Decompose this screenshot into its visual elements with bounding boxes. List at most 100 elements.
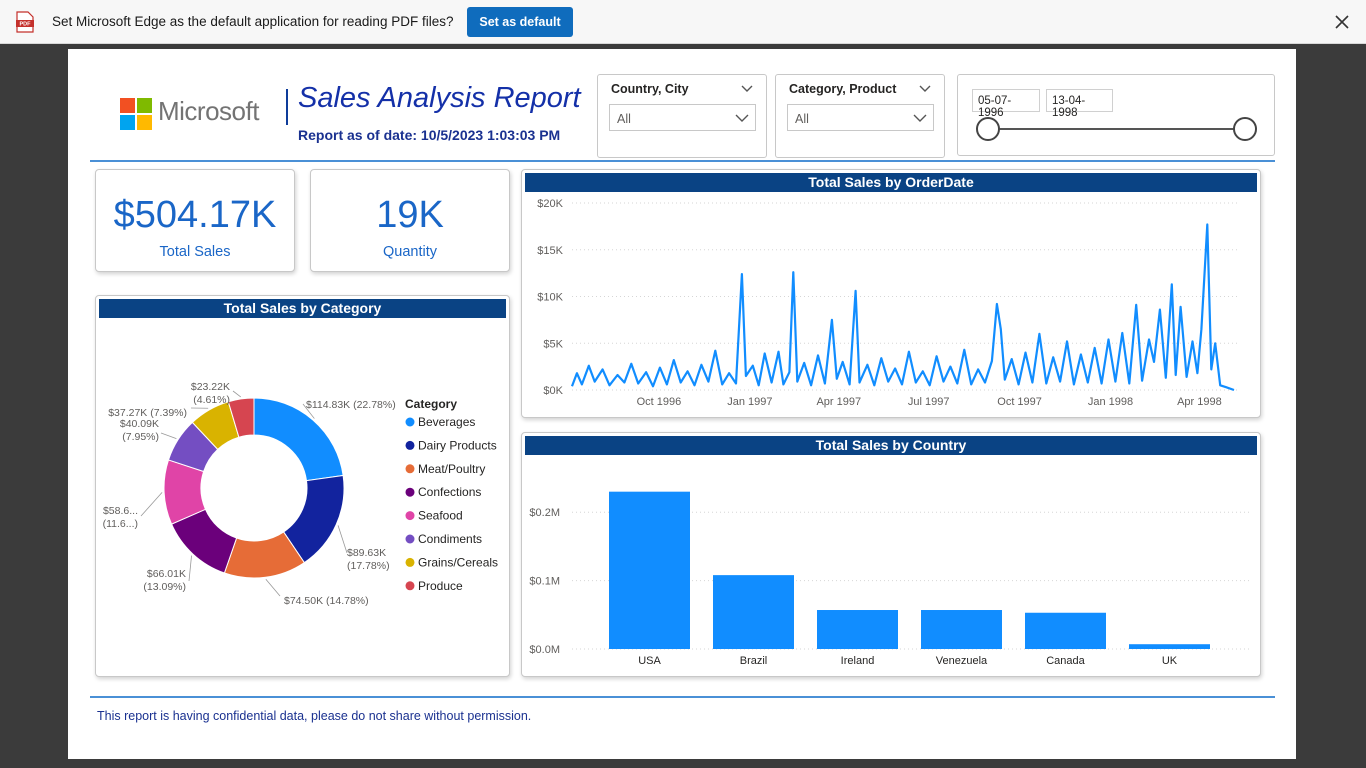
data-label: $66.01K bbox=[147, 568, 186, 580]
legend-label: Confections bbox=[418, 485, 481, 499]
x-tick-label: Oct 1997 bbox=[997, 396, 1042, 408]
pdf-file-icon: PDF bbox=[16, 11, 34, 33]
data-label: $58.6... bbox=[103, 505, 138, 517]
bar bbox=[921, 610, 1002, 649]
x-tick-label: Jan 1998 bbox=[1088, 396, 1133, 408]
chevron-down-icon[interactable] bbox=[919, 83, 931, 93]
leader-line bbox=[140, 492, 163, 517]
slicer-title: Category, Product bbox=[789, 82, 897, 96]
data-label: $89.63K bbox=[347, 547, 386, 559]
country-city-slicer: Country, City All bbox=[597, 74, 767, 158]
legend-label: Seafood bbox=[418, 509, 463, 523]
sales-line bbox=[570, 223, 1235, 392]
quantity-value: 19K bbox=[376, 194, 444, 236]
bar bbox=[713, 575, 794, 649]
bar bbox=[1025, 612, 1106, 649]
data-label: (4.61%) bbox=[193, 394, 230, 406]
date-slider-track[interactable] bbox=[988, 128, 1244, 130]
y-tick-label: $10K bbox=[537, 292, 563, 304]
legend-label: Condiments bbox=[418, 532, 482, 546]
sales-by-orderdate-visual[interactable]: Total Sales by OrderDate $20K $15K $10K $5K… bbox=[521, 169, 1261, 418]
x-tick-label: UK bbox=[1162, 655, 1178, 667]
data-label: $37.27K (7.39%) bbox=[108, 407, 187, 419]
sales-by-category-visual[interactable]: Total Sales by Category $114.83K (22.78%… bbox=[95, 295, 510, 677]
x-tick-label: Oct 1996 bbox=[637, 396, 682, 408]
date-range-slicer: 05-07-1996 13-04-1998 bbox=[957, 74, 1275, 156]
legend-marker bbox=[405, 487, 415, 497]
notification-message: Set Microsoft Edge as the default applic… bbox=[52, 14, 454, 29]
dropdown-value: All bbox=[617, 112, 631, 126]
legend-marker bbox=[405, 511, 415, 521]
country-city-dropdown[interactable]: All bbox=[609, 104, 756, 131]
legend-marker bbox=[405, 581, 415, 591]
report-date: Report as of date: 10/5/2023 1:03:03 PM bbox=[298, 127, 561, 143]
pdf-icon-label: PDF bbox=[20, 22, 32, 28]
chevron-down-icon bbox=[735, 114, 749, 122]
data-label: $74.50K (14.78%) bbox=[284, 595, 369, 607]
data-label: $23.22K bbox=[191, 381, 230, 393]
x-tick-label: Canada bbox=[1046, 655, 1085, 667]
sales-by-country-visual[interactable]: Total Sales by Country $0.2M $0.1M $0.0M US… bbox=[521, 432, 1261, 677]
quantity-card[interactable]: 19K Quantity bbox=[310, 169, 510, 272]
category-product-slicer: Category, Product All bbox=[775, 74, 945, 158]
line-chart: $20K $15K $10K $5K $0K Oct 1996 Jan 1997 Apr 19… bbox=[537, 198, 1239, 408]
x-tick-label: Jul 1997 bbox=[908, 396, 950, 408]
start-date-input[interactable]: 05-07-1996 bbox=[972, 89, 1040, 119]
date-slider-start-handle[interactable] bbox=[976, 117, 1000, 141]
category-product-dropdown[interactable]: All bbox=[787, 104, 934, 131]
donut-chart: $114.83K (22.78%) $89.63K(17.78%) $74.50K … bbox=[103, 381, 498, 607]
y-tick-label: $0.0M bbox=[529, 644, 560, 656]
leader-line bbox=[265, 578, 281, 597]
chevron-down-icon bbox=[913, 114, 927, 122]
total-sales-card[interactable]: $504.17K Total Sales bbox=[95, 169, 295, 272]
legend-label: Grains/Cereals bbox=[418, 555, 498, 569]
x-tick-label: Apr 1998 bbox=[1177, 396, 1222, 408]
chevron-down-icon[interactable] bbox=[741, 83, 753, 93]
data-label: (17.78%) bbox=[347, 560, 390, 572]
data-label: $114.83K (22.78%) bbox=[306, 399, 396, 411]
microsoft-logo-icon bbox=[120, 98, 152, 130]
legend-marker bbox=[405, 557, 415, 567]
date-slider-end-handle[interactable] bbox=[1233, 117, 1257, 141]
leader-line bbox=[337, 525, 348, 554]
y-tick-label: $0.2M bbox=[529, 507, 560, 519]
y-tick-label: $15K bbox=[537, 245, 563, 257]
set-as-default-button[interactable]: Set as default bbox=[467, 7, 573, 37]
x-tick-label: Venezuela bbox=[936, 655, 988, 667]
footer-disclaimer: This report is having confidential data,… bbox=[97, 709, 532, 723]
data-label: (11.6...) bbox=[103, 518, 138, 530]
report-title: Sales Analysis Report bbox=[298, 82, 581, 114]
x-tick-label: Apr 1997 bbox=[816, 396, 861, 408]
legend-marker bbox=[405, 440, 415, 450]
leader-line bbox=[188, 555, 192, 582]
bar-chart: $0.2M $0.1M $0.0M USA Brazil Ireland Venezuela… bbox=[529, 491, 1250, 667]
x-tick-label: Ireland bbox=[841, 655, 875, 667]
y-tick-label: $20K bbox=[537, 198, 563, 210]
x-tick-label: USA bbox=[638, 655, 661, 667]
end-date-input[interactable]: 13-04-1998 bbox=[1046, 89, 1113, 119]
report-page: Microsoft Sales Analysis Report Report a… bbox=[68, 49, 1296, 759]
legend-label: Produce bbox=[418, 579, 463, 593]
quantity-label: Quantity bbox=[383, 244, 437, 260]
legend-label: Dairy Products bbox=[418, 438, 497, 452]
data-label: (13.09%) bbox=[143, 581, 186, 593]
total-sales-label: Total Sales bbox=[159, 244, 231, 260]
slicer-title: Country, City bbox=[611, 82, 689, 96]
total-sales-value: $504.17K bbox=[113, 194, 277, 236]
footer-divider bbox=[90, 696, 1275, 698]
leader-line bbox=[160, 432, 177, 439]
legend-marker bbox=[405, 417, 415, 427]
legend-marker bbox=[405, 534, 415, 544]
bar bbox=[1129, 644, 1210, 649]
legend-label: Beverages bbox=[418, 415, 475, 429]
x-tick-label: Jan 1997 bbox=[727, 396, 772, 408]
y-tick-label: $5K bbox=[543, 338, 563, 350]
data-label: $40.09K bbox=[120, 418, 159, 430]
legend-marker bbox=[405, 464, 415, 474]
x-tick-label: Brazil bbox=[740, 655, 768, 667]
close-icon[interactable] bbox=[1332, 12, 1352, 32]
bar bbox=[609, 491, 690, 649]
dropdown-value: All bbox=[795, 112, 809, 126]
default-app-notification-bar: PDF Set Microsoft Edge as the default ap… bbox=[0, 0, 1366, 44]
title-divider bbox=[286, 89, 288, 125]
